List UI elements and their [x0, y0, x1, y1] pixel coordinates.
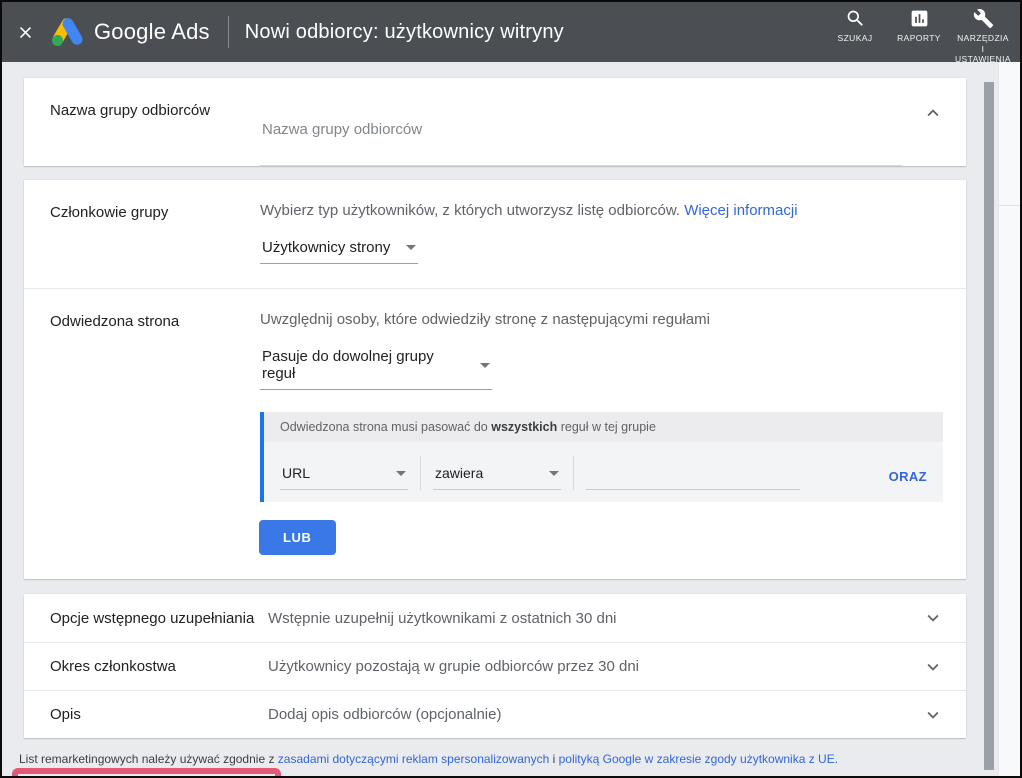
wrench-icon — [973, 9, 993, 29]
rule-group-header: Odwiedzona strona musi pasować do wszyst… — [264, 412, 943, 442]
search-button[interactable]: SZUKAJ — [826, 2, 884, 44]
membership-duration-row[interactable]: Okres członkostwa Użytkownicy pozostają … — [24, 642, 966, 690]
rule-group-box: Odwiedzona strona musi pasować do wszyst… — [260, 412, 943, 502]
right-rail — [998, 62, 1020, 776]
vertical-scrollbar[interactable] — [984, 82, 994, 770]
visited-page-section: Odwiedzona strona Uwzględnij osoby, któr… — [24, 289, 966, 555]
dropdown-arrow-icon — [549, 470, 559, 476]
rule-header-suffix: reguł w tej grupie — [557, 420, 656, 434]
dropdown-arrow-icon — [406, 245, 416, 250]
membership-duration-value: Użytkownicy pozostają w grupie odbiorców… — [268, 658, 640, 675]
google-ads-logo-icon — [50, 16, 85, 47]
match-type-value: Pasuje do dowolnej grupy reguł — [262, 348, 434, 382]
form-actions: UTWÓRZ LISTĘ ODBIORCÓW ANULUJ — [2, 768, 984, 776]
rail-divider — [999, 205, 1020, 206]
rule-value-input[interactable] — [586, 463, 800, 490]
top-app-bar: Google Ads Nowi odbiorcy: użytkownicy wi… — [2, 2, 1020, 65]
rule-row: URL zawiera ORAZ — [264, 442, 943, 502]
tools-settings-button[interactable]: NARZĘDZIA I USTAWIENIA — [954, 2, 1012, 65]
rule-header-prefix: Odwiedzona strona musi pasować do — [280, 420, 492, 434]
match-type-dropdown[interactable]: Pasuje do dowolnej grupy reguł — [260, 348, 492, 390]
reports-label: RAPORTY — [897, 33, 941, 44]
group-members-section: Członkowie grupy Wybierz typ użytkownikó… — [24, 180, 966, 264]
membership-duration-label: Okres członkostwa — [50, 658, 176, 675]
eu-consent-policy-link[interactable]: polityką Google w zakresie zgody użytkow… — [559, 752, 838, 766]
topbar-actions: SZUKAJ RAPORTY NARZĘDZIA I USTAWIENIA — [826, 2, 1020, 65]
main-content: Nazwa grupy odbiorców Członkowie grupy W… — [2, 62, 984, 776]
chevron-down-icon — [927, 614, 939, 622]
chevron-up-icon — [927, 109, 939, 117]
audience-name-label: Nazwa grupy odbiorców — [50, 102, 211, 119]
collapse-section-button[interactable] — [920, 100, 946, 126]
close-button[interactable] — [2, 2, 48, 62]
reports-button[interactable]: RAPORTY — [890, 2, 948, 44]
rule-header-bold: wszystkich — [491, 420, 558, 434]
audience-options-card: Opcje wstępnego uzupełniania Wstępnie uz… — [24, 594, 966, 738]
bar-chart-icon — [911, 10, 927, 27]
close-icon — [19, 26, 31, 38]
learn-more-link[interactable]: Więcej informacji — [684, 202, 797, 219]
audience-name-input[interactable] — [260, 100, 902, 166]
description-row[interactable]: Opis Dodaj opis odbiorców (opcjonalnie) — [24, 690, 966, 738]
brand-text: Google Ads — [94, 19, 210, 44]
dropdown-arrow-icon — [396, 470, 406, 476]
legal-text-middle: i — [549, 752, 559, 766]
prefill-options-label: Opcje wstępnego uzupełniania — [50, 609, 255, 627]
google-ads-window: Google Ads Nowi odbiorcy: użytkownicy wi… — [0, 0, 1022, 778]
personalized-ads-policy-link[interactable]: zasadami dotyczącymi reklam spersonalizo… — [278, 752, 549, 766]
vertical-divider — [573, 456, 574, 490]
chevron-down-icon — [927, 663, 939, 671]
search-icon — [847, 10, 863, 26]
chevron-down-icon — [927, 711, 939, 719]
logo-green-dot — [52, 35, 63, 46]
dropdown-arrow-icon — [480, 362, 490, 368]
and-rule-button[interactable]: ORAZ — [889, 469, 927, 490]
prefill-options-value: Wstępnie uzupełnij użytkownikami z ostat… — [268, 609, 617, 627]
legal-notice: List remarketingowych należy używać zgod… — [19, 752, 984, 766]
rule-field-value: URL — [282, 465, 311, 481]
prefill-options-row[interactable]: Opcje wstępnego uzupełniania Wstępnie uz… — [24, 594, 966, 642]
description-label: Opis — [50, 706, 81, 723]
legal-text: List remarketingowych należy używać zgod… — [19, 752, 278, 766]
rule-field-dropdown[interactable]: URL — [280, 465, 408, 490]
vertical-divider — [420, 456, 421, 490]
audience-name-card: Nazwa grupy odbiorców — [24, 78, 966, 166]
audience-rules-card: Członkowie grupy Wybierz typ użytkownikó… — [24, 180, 966, 579]
tools-settings-label: NARZĘDZIA I USTAWIENIA — [955, 33, 1011, 65]
member-type-dropdown[interactable]: Użytkownicy strony — [260, 239, 418, 264]
rule-operator-value: zawiera — [435, 465, 484, 481]
group-members-label: Członkowie grupy — [50, 204, 169, 221]
or-rule-button[interactable]: LUB — [259, 520, 336, 555]
rule-operator-dropdown[interactable]: zawiera — [433, 465, 561, 490]
page-title: Nowi odbiorcy: użytkownicy witryny — [244, 20, 564, 43]
description-value: Dodaj opis odbiorców (opcjonalnie) — [268, 706, 502, 723]
topbar-divider — [227, 16, 229, 48]
visited-page-description: Uwzględnij osoby, które odwiedziły stron… — [260, 311, 710, 328]
annotation-highlight-box: UTWÓRZ LISTĘ ODBIORCÓW — [12, 768, 281, 776]
search-label: SZUKAJ — [837, 33, 873, 44]
member-type-value: Użytkownicy strony — [262, 239, 391, 256]
group-members-description: Wybierz typ użytkowników, z których utwo… — [260, 202, 681, 219]
